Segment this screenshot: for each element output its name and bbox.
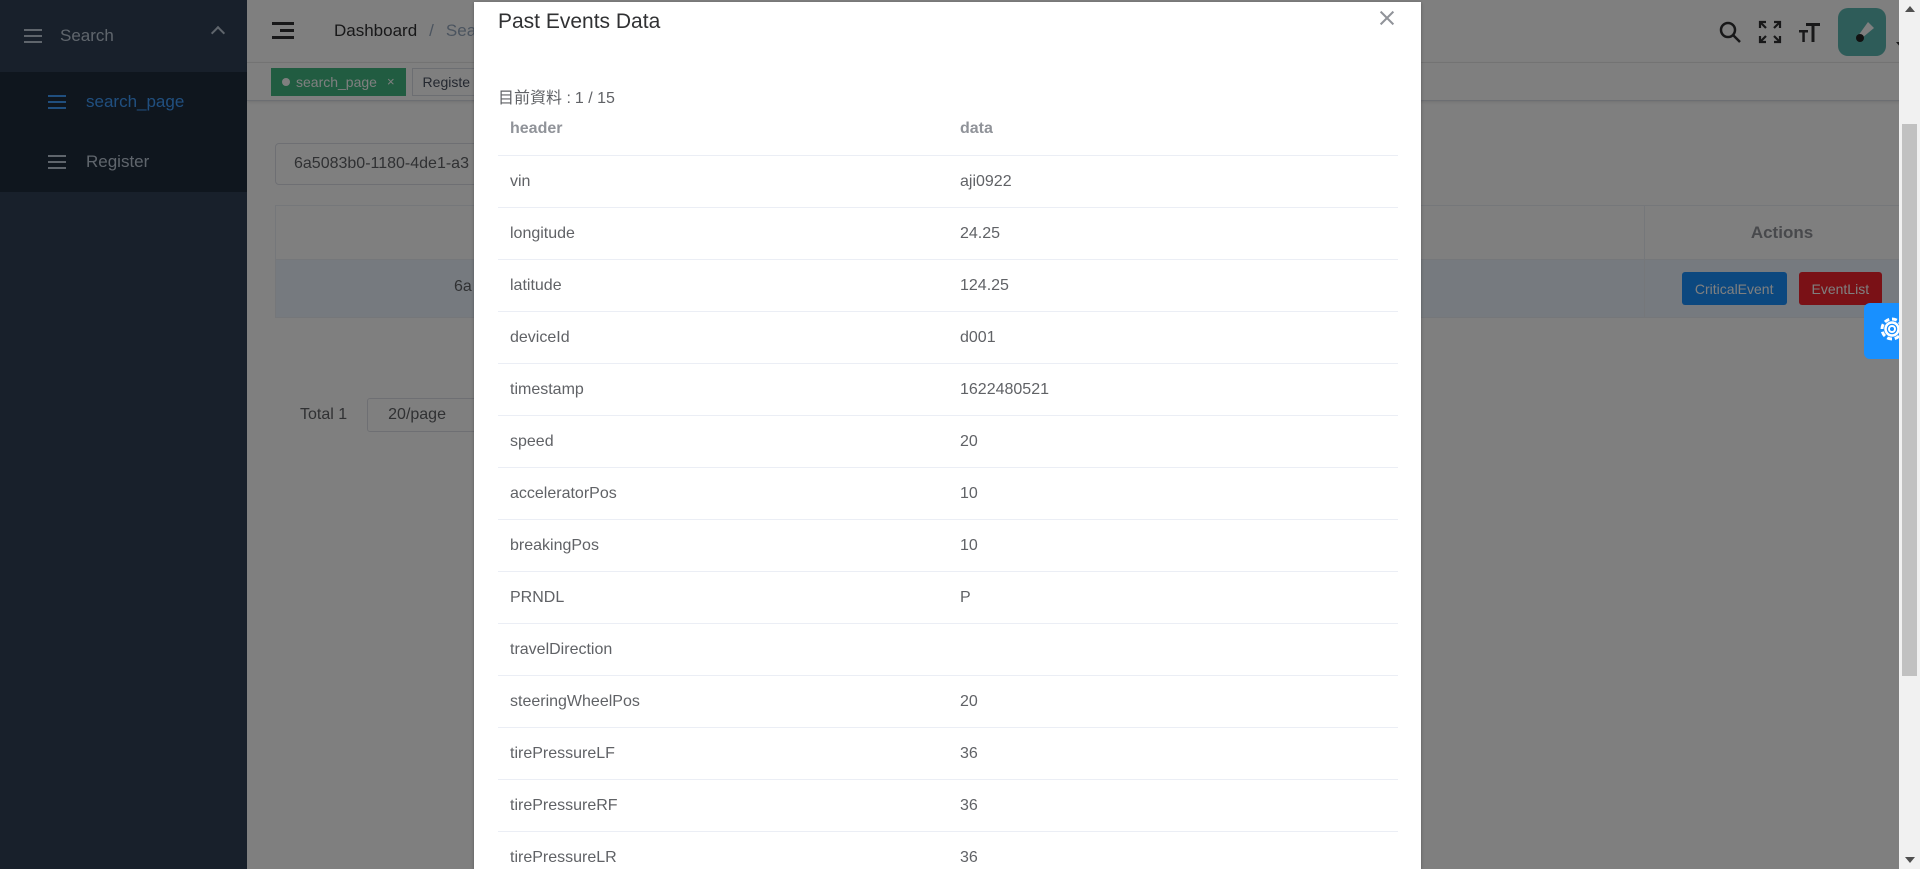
scrollbar-thumb[interactable] (1902, 124, 1917, 676)
table-row: latitude 124.25 (498, 260, 1398, 312)
table-row: PRNDL P (498, 572, 1398, 624)
row-data: d001 (960, 329, 996, 346)
row-data: aji0922 (960, 173, 1012, 190)
table-row: speed 20 (498, 416, 1398, 468)
row-data: 10 (960, 537, 978, 554)
table-row: steeringWheelPos 20 (498, 676, 1398, 728)
row-header: acceleratorPos (510, 485, 617, 502)
close-icon[interactable] (1379, 10, 1395, 26)
row-header: tirePressureRF (510, 797, 618, 814)
row-data: 20 (960, 693, 978, 710)
scroll-up-icon[interactable] (1905, 6, 1915, 12)
header-column-title: header (510, 120, 563, 137)
row-data: 124.25 (960, 277, 1009, 294)
table-row: timestamp 1622480521 (498, 364, 1398, 416)
row-header: speed (510, 433, 554, 450)
table-row: acceleratorPos 10 (498, 468, 1398, 520)
table-row: tirePressureLF 36 (498, 728, 1398, 780)
row-header: breakingPos (510, 537, 599, 554)
row-data: 24.25 (960, 225, 1001, 242)
page-scrollbar[interactable] (1899, 0, 1920, 869)
row-data: 36 (960, 797, 978, 814)
event-table-header: header data (498, 108, 1398, 156)
table-row: tirePressureRF 36 (498, 780, 1398, 832)
row-header: latitude (510, 277, 562, 294)
row-header: steeringWheelPos (510, 693, 640, 710)
row-data: 1622480521 (960, 381, 1049, 398)
row-data: 36 (960, 745, 978, 762)
record-counter-value: 1 / 15 (574, 90, 615, 107)
dialog-title: Past Events Data (498, 10, 661, 33)
row-header: deviceId (510, 329, 570, 346)
row-data: 36 (960, 849, 978, 866)
row-header: PRNDL (510, 589, 565, 606)
scroll-down-icon[interactable] (1905, 857, 1915, 863)
row-header: vin (510, 173, 531, 190)
table-row: vin aji0922 (498, 156, 1398, 208)
table-row: breakingPos 10 (498, 520, 1398, 572)
row-header: tirePressureLR (510, 849, 617, 866)
data-column-title: data (960, 120, 993, 137)
row-header: timestamp (510, 381, 584, 398)
row-header: longitude (510, 225, 575, 242)
row-header: travelDirection (510, 641, 613, 658)
row-data: 10 (960, 485, 978, 502)
table-row: deviceId d001 (498, 312, 1398, 364)
row-data: P (960, 589, 971, 606)
row-header: tirePressureLF (510, 745, 615, 762)
table-row: travelDirection (498, 624, 1398, 676)
row-data: 20 (960, 433, 978, 450)
record-counter: 目前資料 :1 / 15 (498, 84, 615, 108)
event-data-table: header data vin aji0922 longitude 24.25 la… (498, 108, 1398, 869)
past-events-dialog: Past Events Data 目前資料 :1 / 15 header dat… (474, 2, 1421, 869)
record-counter-label: 目前資料 : (498, 90, 571, 107)
table-row: longitude 24.25 (498, 208, 1398, 260)
table-row: tirePressureLR 36 (498, 832, 1398, 869)
